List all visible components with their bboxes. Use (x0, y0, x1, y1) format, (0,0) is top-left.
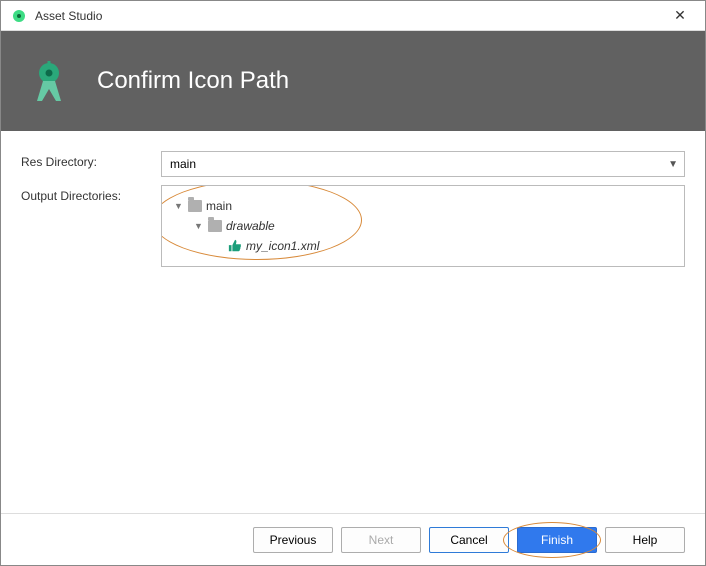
output-directories-label: Output Directories: (21, 185, 161, 203)
expander-icon[interactable]: ▼ (174, 201, 184, 211)
help-button[interactable]: Help (605, 527, 685, 553)
finish-button[interactable]: Finish (517, 527, 597, 553)
chevron-down-icon: ▼ (668, 159, 678, 170)
folder-icon (188, 200, 202, 212)
res-directory-value: main (170, 157, 196, 171)
window-title: Asset Studio (35, 9, 665, 23)
titlebar: Asset Studio ✕ (1, 1, 705, 31)
cancel-button[interactable]: Cancel (429, 527, 509, 553)
button-bar: Previous Next Cancel Finish Help (1, 513, 705, 565)
app-icon (11, 8, 27, 24)
previous-button[interactable]: Previous (253, 527, 333, 553)
page-title: Confirm Icon Path (97, 67, 289, 95)
banner: Confirm Icon Path (1, 31, 705, 131)
next-button: Next (341, 527, 421, 553)
tree-node-drawable[interactable]: ▼ drawable (170, 216, 676, 236)
expander-icon[interactable]: ▼ (194, 221, 204, 231)
output-directories-tree[interactable]: ▼ main ▼ drawable my_icon1.xml (161, 185, 685, 267)
thumbs-up-icon (228, 239, 242, 253)
tree-node-main[interactable]: ▼ main (170, 196, 676, 216)
res-directory-label: Res Directory: (21, 151, 161, 169)
tree-label: main (206, 199, 232, 213)
folder-icon (208, 220, 222, 232)
close-icon[interactable]: ✕ (665, 7, 695, 24)
res-directory-dropdown[interactable]: main ▼ (161, 151, 685, 177)
tree-label: my_icon1.xml (246, 239, 319, 253)
content-area: Res Directory: main ▼ Output Directories… (1, 131, 705, 513)
tree-label: drawable (226, 219, 275, 233)
tree-leaf-file[interactable]: my_icon1.xml (170, 236, 676, 256)
android-studio-icon (25, 57, 73, 105)
